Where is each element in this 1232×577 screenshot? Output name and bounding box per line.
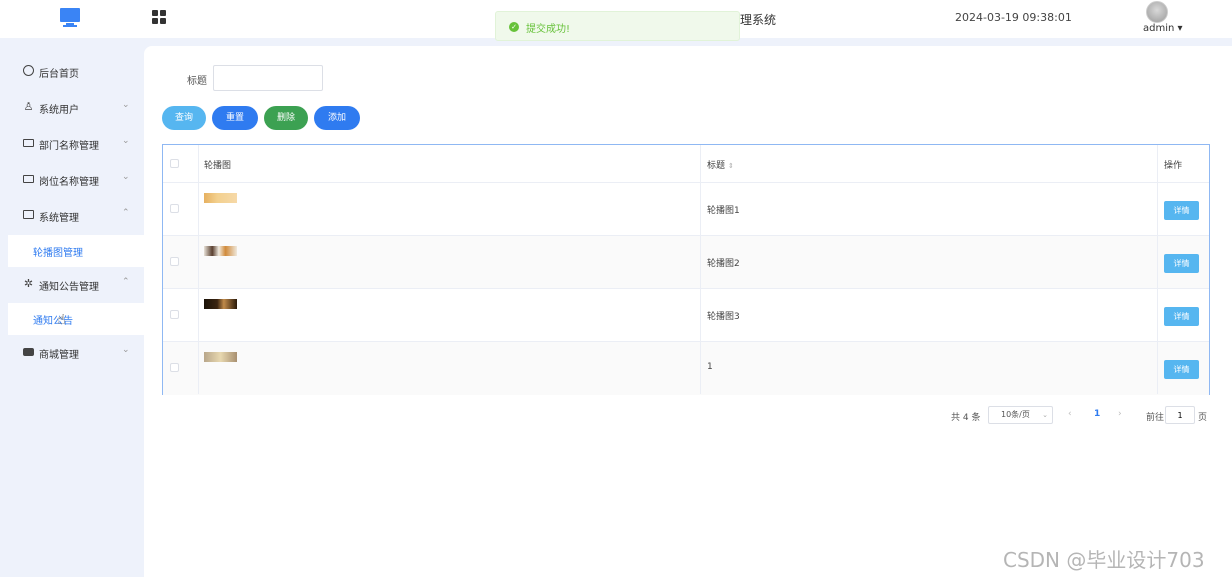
add-button[interactable]: 添加 <box>314 106 360 130</box>
detail-button[interactable]: 详情 <box>1164 307 1199 326</box>
page-number-1[interactable]: 1 <box>1094 409 1100 419</box>
sidebar-subitem-notice[interactable]: 通知公告 <box>8 303 144 335</box>
username-label: admin <box>1143 23 1175 34</box>
column-divider <box>1157 145 1158 394</box>
user-avatar[interactable] <box>1146 1 1168 23</box>
detail-button[interactable]: 详情 <box>1164 254 1199 273</box>
column-header-title[interactable]: 标题 ⇕ <box>707 158 734 171</box>
loading-icon: ✲ <box>23 277 34 290</box>
row-checkbox[interactable] <box>170 363 179 372</box>
carousel-thumbnail[interactable] <box>204 299 237 309</box>
row-title: 轮播图2 <box>707 259 740 269</box>
chevron-down-icon: ⌄ <box>122 136 130 146</box>
monitor-logo-icon <box>60 8 80 28</box>
id-card-icon <box>23 175 34 183</box>
chevron-down-icon: ⌄ <box>122 345 130 355</box>
table-row: 轮播图3 详情 <box>163 289 1209 342</box>
carousel-thumbnail[interactable] <box>204 246 237 256</box>
title-filter-input[interactable] <box>213 65 323 91</box>
sidebar-item-label: 通知公告管理 <box>39 282 99 293</box>
sort-icon[interactable]: ⇕ <box>728 162 734 170</box>
column-divider <box>700 145 701 394</box>
reset-button[interactable]: 重置 <box>212 106 258 130</box>
folder-icon <box>23 210 34 219</box>
hand-cursor-icon: ☝ <box>57 312 66 328</box>
check-circle-icon: ✓ <box>509 22 519 32</box>
row-checkbox[interactable] <box>170 204 179 213</box>
id-card-icon <box>23 139 34 147</box>
sidebar-item-label: 通知公告 <box>33 316 73 327</box>
column-header-image: 轮播图 <box>204 161 232 171</box>
page-size-select[interactable]: 10条/页 ⌄ <box>988 406 1053 424</box>
row-title: 轮播图1 <box>707 206 740 216</box>
carousel-thumbnail[interactable] <box>204 193 237 203</box>
carousel-thumbnail[interactable] <box>204 352 237 362</box>
row-checkbox[interactable] <box>170 257 179 266</box>
row-title: 1 <box>707 362 713 372</box>
sidebar-item-label: 部门名称管理 <box>39 141 99 152</box>
table-row: 1 详情 <box>163 342 1209 395</box>
chevron-up-icon: ⌃ <box>122 277 130 287</box>
column-header-actions: 操作 <box>1164 161 1183 171</box>
select-all-checkbox[interactable] <box>170 159 179 168</box>
pagination-total: 共 4 条 <box>951 413 981 423</box>
column-divider <box>198 145 199 394</box>
search-button[interactable]: 查询 <box>162 106 206 130</box>
next-page-button[interactable]: › <box>1118 409 1122 419</box>
system-title: 理系统 <box>740 13 777 27</box>
sidebar-item-label: 后台首页 <box>39 69 79 80</box>
sidebar-item-label: 系统用户 <box>39 105 79 116</box>
shop-icon <box>23 348 34 356</box>
detail-button[interactable]: 详情 <box>1164 360 1199 379</box>
chevron-down-icon: ⌄ <box>122 100 130 110</box>
menu-grid-icon[interactable] <box>152 10 166 24</box>
sidebar-item-label: 系统管理 <box>39 213 79 224</box>
page-unit-label: 页 <box>1198 413 1208 423</box>
user-icon: ♙ <box>23 100 34 113</box>
page-size-value: 10条/页 <box>1001 410 1030 419</box>
sidebar-item-dashboard[interactable]: 后台首页 <box>0 55 144 89</box>
row-title: 轮播图3 <box>707 312 740 322</box>
header-datetime: 2024-03-19 09:38:01 <box>955 11 1072 24</box>
table-row: 轮播图2 详情 <box>163 236 1209 289</box>
goto-page-input[interactable] <box>1165 406 1195 424</box>
sidebar-item-system-management[interactable]: 系统管理 ⌃ <box>0 199 144 233</box>
toast-message: 提交成功! <box>526 24 571 35</box>
delete-button[interactable]: 删除 <box>264 106 308 130</box>
prev-page-button[interactable]: ‹ <box>1068 409 1072 419</box>
clock-icon <box>23 65 34 76</box>
sidebar-item-shop[interactable]: 商城管理 ⌄ <box>0 336 144 370</box>
table-header: 轮播图 标题 ⇕ 操作 <box>163 145 1209 183</box>
sidebar-item-label: 轮播图管理 <box>33 248 83 259</box>
chevron-down-icon: ▾ <box>1177 23 1183 34</box>
chevron-up-icon: ⌃ <box>122 208 130 218</box>
chevron-down-icon: ⌄ <box>1042 411 1048 419</box>
row-checkbox[interactable] <box>170 310 179 319</box>
chevron-down-icon: ⌄ <box>122 172 130 182</box>
title-filter-label: 标题 <box>187 76 207 87</box>
sidebar-item-notice-management[interactable]: ✲ 通知公告管理 ⌃ <box>0 268 144 302</box>
watermark-text: CSDN @毕业设计703 <box>1003 548 1205 572</box>
sidebar-item-department[interactable]: 部门名称管理 ⌄ <box>0 127 144 161</box>
sidebar-item-position[interactable]: 岗位名称管理 ⌄ <box>0 163 144 197</box>
column-header-title-label: 标题 <box>707 161 726 171</box>
success-toast: ✓ 提交成功! <box>495 11 740 41</box>
carousel-table: 轮播图 标题 ⇕ 操作 轮播图1 详情 轮播图2 详情 轮播图3 详情 1 详情 <box>162 144 1210 395</box>
sidebar-subitem-carousel[interactable]: 轮播图管理 <box>8 235 144 267</box>
goto-label: 前往 <box>1146 413 1165 423</box>
detail-button[interactable]: 详情 <box>1164 201 1199 220</box>
sidebar-item-label: 岗位名称管理 <box>39 177 99 188</box>
table-row: 轮播图1 详情 <box>163 183 1209 236</box>
sidebar-item-label: 商城管理 <box>39 350 79 361</box>
username-dropdown[interactable]: admin ▾ <box>1143 23 1183 34</box>
sidebar-item-system-users[interactable]: ♙ 系统用户 ⌄ <box>0 91 144 125</box>
